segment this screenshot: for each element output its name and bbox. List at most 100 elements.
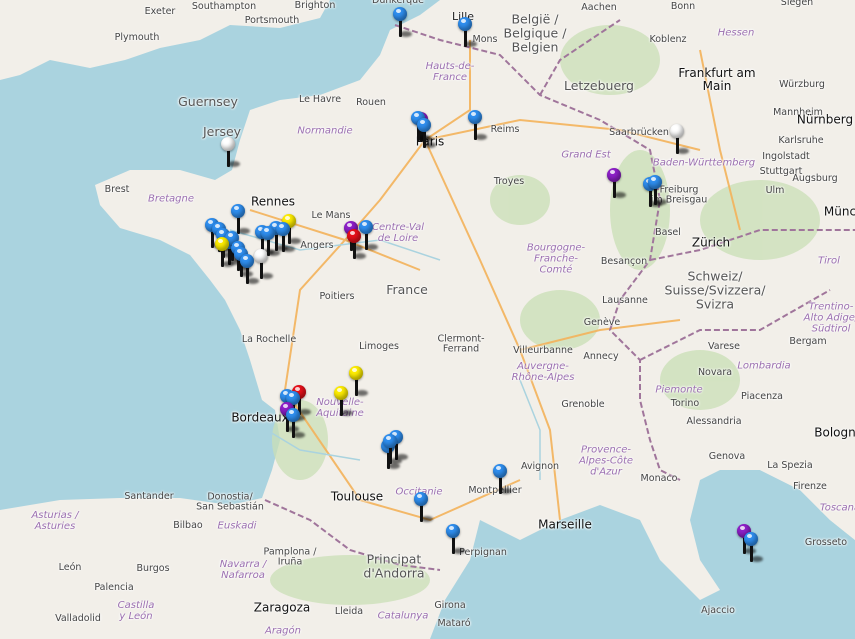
marker-stick bbox=[452, 537, 455, 554]
map-marker-pin-yellow[interactable] bbox=[334, 386, 353, 416]
marker-stick bbox=[499, 477, 502, 494]
map-label: Varese bbox=[708, 340, 740, 352]
map-label: Siegen bbox=[780, 0, 814, 8]
map-marker-pin-purple[interactable] bbox=[607, 168, 626, 198]
map-label: Bourgogne- Franche- Comté bbox=[526, 242, 586, 276]
map-label: Aachen bbox=[581, 1, 617, 13]
map-label: La Rochelle bbox=[241, 333, 297, 345]
map-label: Rouen bbox=[356, 96, 386, 108]
marker-stick bbox=[353, 242, 356, 259]
marker-stick bbox=[267, 239, 270, 256]
map-label: Lausanne bbox=[602, 294, 648, 306]
map-label: Brest bbox=[104, 183, 130, 195]
map-label: Zaragoza bbox=[253, 600, 311, 615]
map-marker-pin-blue[interactable] bbox=[744, 532, 763, 562]
map-label: Würzburg bbox=[779, 78, 825, 90]
map-label: Marseille bbox=[538, 517, 592, 532]
map-label: Alessandria bbox=[686, 415, 742, 427]
map-canvas[interactable]: Exeter Southampton Portsmouth Brighton Dunke… bbox=[0, 0, 855, 639]
map-label: Nürnberg bbox=[796, 112, 854, 127]
map-label: La Spezia bbox=[767, 459, 813, 471]
map-label: Bretagne bbox=[147, 193, 195, 205]
map-label: Guernsey bbox=[178, 94, 238, 110]
map-label: Castilla y León bbox=[117, 600, 155, 622]
marker-head bbox=[417, 118, 431, 132]
map-marker-pin-blue[interactable] bbox=[276, 222, 295, 252]
map-label: Tirol bbox=[818, 255, 840, 267]
map-marker-pin-blue[interactable] bbox=[414, 492, 433, 522]
map-label: Grosseto bbox=[804, 536, 848, 548]
map-label: Firenze bbox=[793, 480, 827, 492]
map-label: Novara bbox=[697, 366, 733, 378]
map-marker-pin-blue[interactable] bbox=[458, 17, 477, 47]
map-marker-pin-white[interactable] bbox=[221, 137, 240, 167]
map-marker-pin-blue[interactable] bbox=[231, 204, 250, 234]
marker-stick bbox=[399, 20, 402, 37]
marker-head bbox=[393, 7, 407, 21]
marker-stick bbox=[282, 235, 285, 252]
map-label: Dunkerque bbox=[372, 0, 424, 6]
marker-stick bbox=[365, 233, 368, 250]
map-marker-pin-blue[interactable] bbox=[359, 220, 378, 250]
map-marker-pin-yellow[interactable] bbox=[349, 366, 368, 396]
map-label: Asturias / Asturies bbox=[31, 510, 79, 532]
map-marker-pin-blue[interactable] bbox=[446, 524, 465, 554]
map-label: Zürich bbox=[691, 235, 731, 250]
marker-stick bbox=[654, 188, 657, 205]
marker-head bbox=[359, 220, 373, 234]
map-label: Palencia bbox=[94, 581, 134, 593]
map-marker-pin-blue[interactable] bbox=[393, 7, 412, 37]
map-label: Trentino- Alto Adige/Südtirol bbox=[803, 301, 855, 335]
map-label: Bologn bbox=[814, 425, 855, 440]
map-label: Poitiers bbox=[319, 290, 355, 302]
map-label: Bilbao bbox=[173, 519, 203, 531]
marker-stick bbox=[355, 379, 358, 396]
map-marker-pin-blue[interactable] bbox=[468, 110, 487, 140]
map-marker-pin-blue[interactable] bbox=[493, 464, 512, 494]
map-marker-pin-yellow[interactable] bbox=[215, 237, 234, 267]
marker-stick bbox=[676, 137, 679, 154]
map-label: Lleida bbox=[334, 605, 364, 617]
map-label: Euskadi bbox=[217, 520, 257, 532]
marker-stick bbox=[750, 545, 753, 562]
map-label: Le Havre bbox=[298, 93, 342, 105]
marker-stick bbox=[389, 447, 392, 464]
marker-head bbox=[215, 237, 229, 251]
map-label: Donostia/San Sebastián bbox=[196, 491, 264, 513]
marker-head bbox=[240, 254, 254, 268]
marker-stick bbox=[464, 30, 467, 47]
map-marker-pin-blue[interactable] bbox=[261, 226, 280, 256]
map-label: Besançon bbox=[600, 255, 648, 267]
map-label: Toscana bbox=[819, 502, 855, 514]
map-marker-pin-blue[interactable] bbox=[648, 175, 667, 205]
map-label: León bbox=[58, 561, 82, 573]
marker-stick bbox=[420, 505, 423, 522]
marker-head bbox=[648, 175, 662, 189]
map-label: Hessen bbox=[717, 27, 755, 39]
marker-head bbox=[383, 434, 397, 448]
map-label: Principat d'Andorra bbox=[363, 551, 425, 580]
map-label: Perpignan bbox=[459, 546, 507, 558]
map-marker-pin-blue[interactable] bbox=[417, 118, 436, 148]
map-label: Normandie bbox=[297, 125, 353, 137]
marker-head bbox=[349, 366, 363, 380]
map-label: Reims bbox=[490, 123, 520, 135]
map-marker-pin-blue[interactable] bbox=[383, 434, 402, 464]
marker-head bbox=[446, 524, 460, 538]
marker-stick bbox=[221, 250, 224, 267]
map-label: Angers bbox=[300, 239, 334, 251]
map-label: Valladolid bbox=[55, 612, 101, 624]
marker-head bbox=[276, 222, 290, 236]
map-label: Toulouse bbox=[330, 489, 384, 504]
map-marker-pin-blue[interactable] bbox=[240, 254, 259, 284]
map-label: Bonn bbox=[670, 0, 696, 12]
map-marker-pin-blue[interactable] bbox=[286, 408, 305, 438]
map-label: Santander bbox=[124, 490, 174, 502]
map-label: Karlsruhe bbox=[778, 134, 824, 146]
map-marker-pin-white[interactable] bbox=[670, 124, 689, 154]
marker-head bbox=[221, 137, 235, 151]
map-label: België / Belgique / Belgien bbox=[503, 11, 567, 54]
map-marker-pin-red[interactable] bbox=[347, 229, 366, 259]
marker-head bbox=[468, 110, 482, 124]
map-label: Limoges bbox=[359, 340, 399, 352]
